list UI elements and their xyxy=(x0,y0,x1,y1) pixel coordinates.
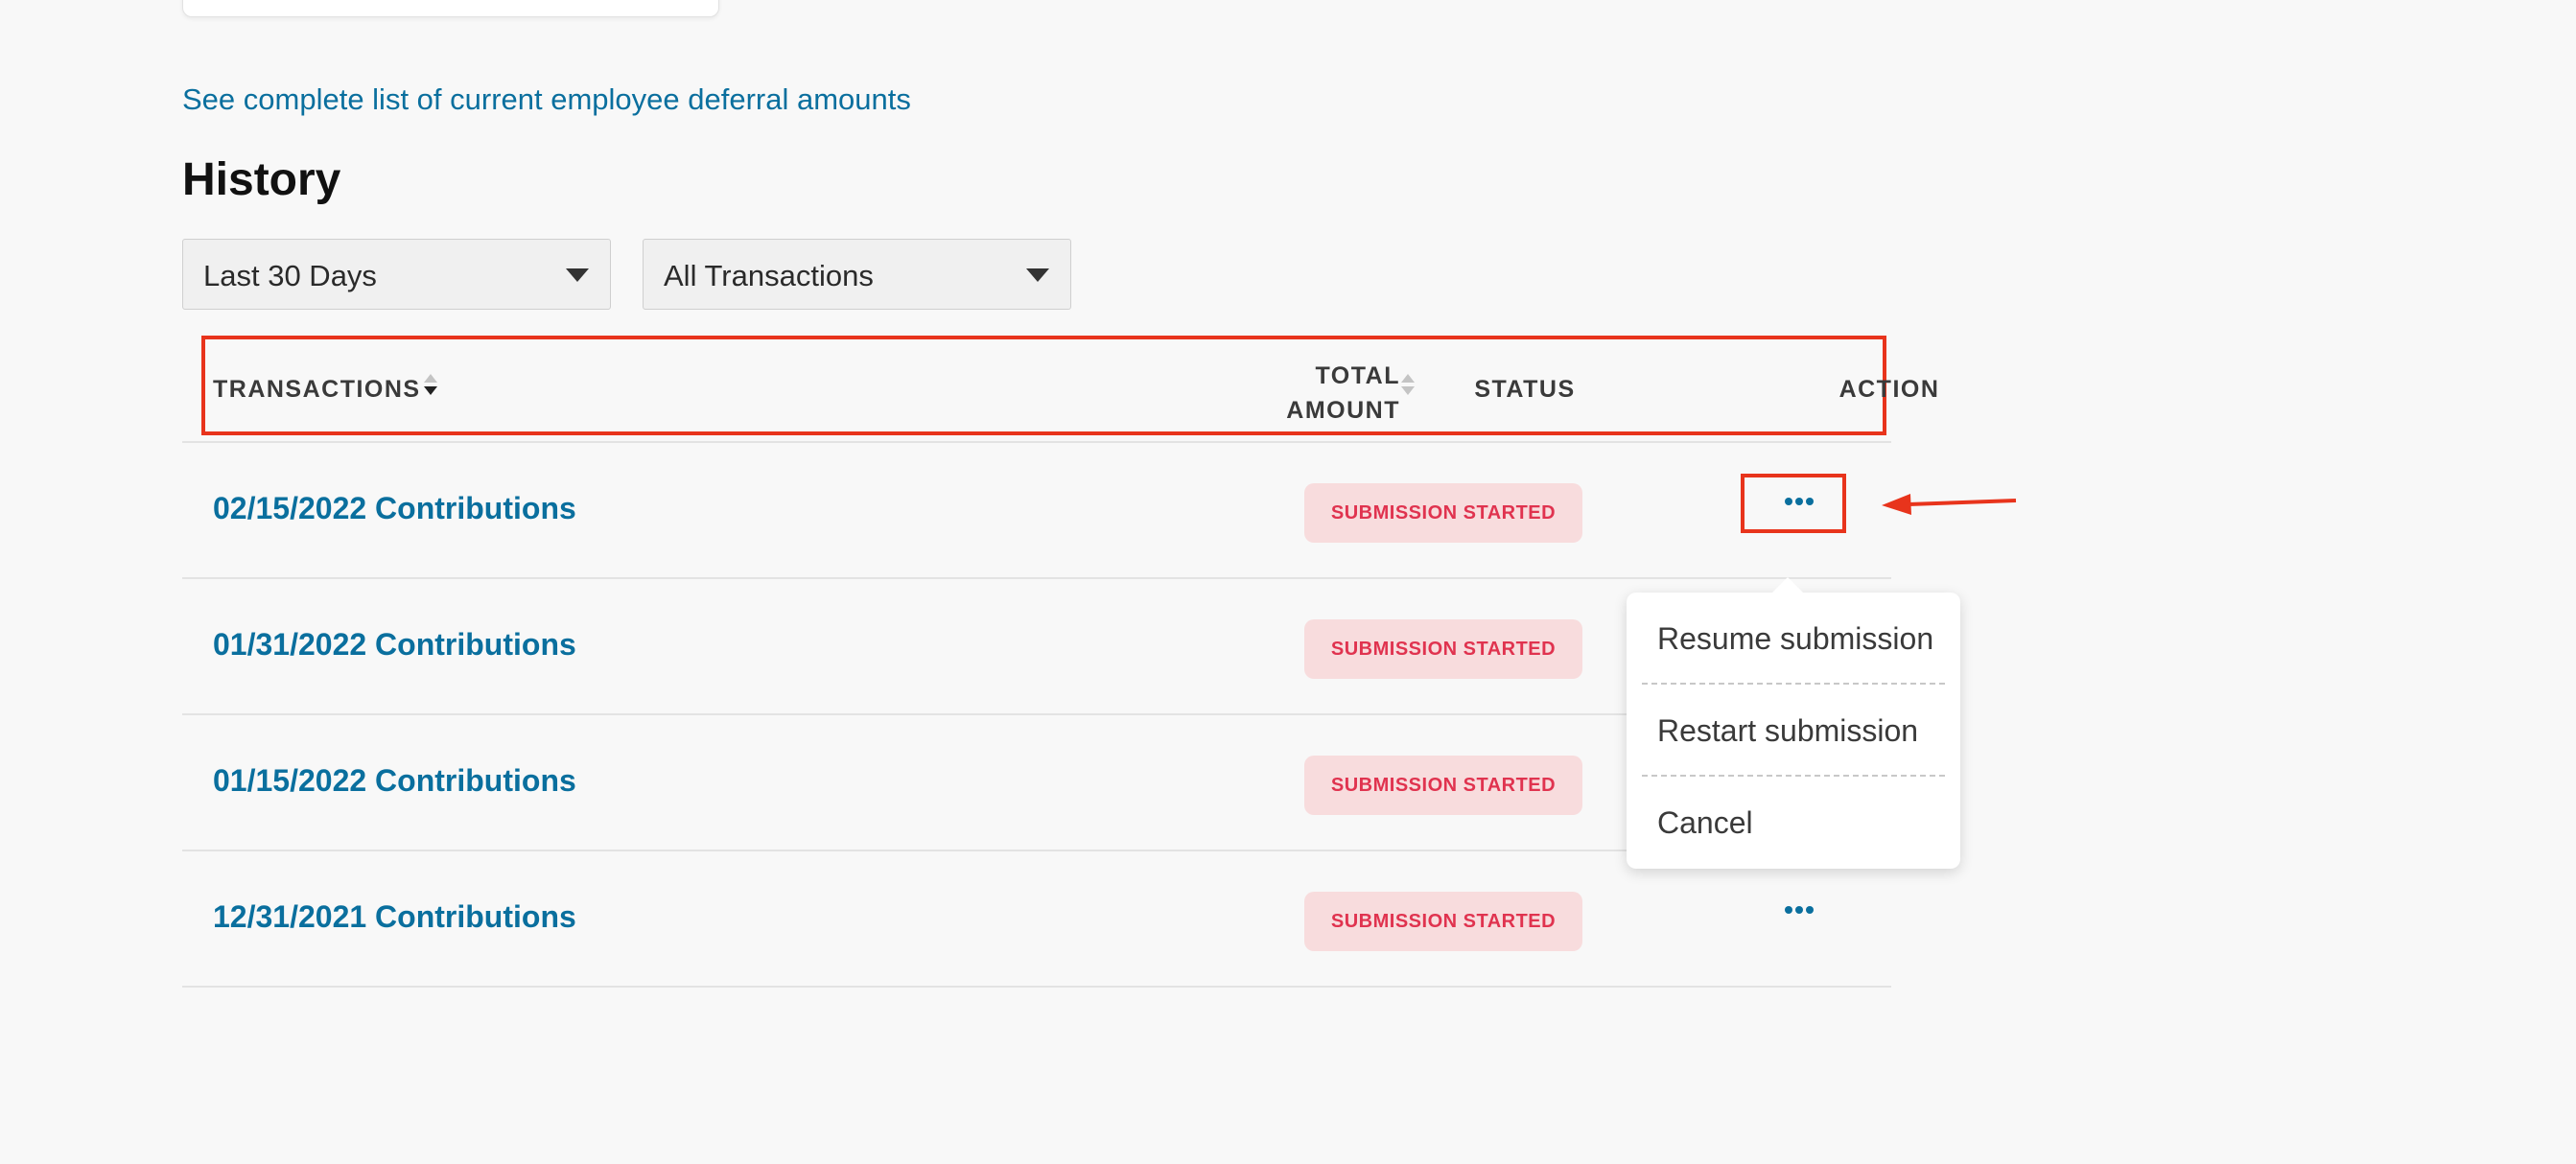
date-range-value: Last 30 Days xyxy=(203,259,377,292)
transaction-type-select[interactable]: All Transactions xyxy=(643,239,1071,310)
status-badge: SUBMISSION STARTED xyxy=(1304,756,1582,815)
menu-item-resume-submission[interactable]: Resume submission xyxy=(1657,621,1933,657)
caret-down-icon xyxy=(1026,268,1049,282)
action-menu: Resume submission Restart submission Can… xyxy=(1627,577,1960,869)
menu-item-cancel[interactable]: Cancel xyxy=(1657,805,1753,841)
history-page: See complete list of current employee de… xyxy=(0,0,2576,1164)
page-title: History xyxy=(182,154,341,205)
arrow-left-icon xyxy=(1882,494,2017,515)
row-divider xyxy=(182,986,1891,988)
summary-card xyxy=(182,0,719,17)
status-badge: SUBMISSION STARTED xyxy=(1304,483,1582,543)
more-horizontal-icon[interactable] xyxy=(1769,481,1827,520)
status-badge: SUBMISSION STARTED xyxy=(1304,619,1582,679)
menu-item-restart-submission[interactable]: Restart submission xyxy=(1657,713,1918,749)
table-row: 02/15/2022 Contributions -- SUBMISSION S… xyxy=(182,443,1891,579)
caret-down-icon xyxy=(566,268,589,282)
table-row: 12/31/2021 Contributions -- SUBMISSION S… xyxy=(182,851,1891,988)
popup-arrow xyxy=(1770,577,1805,594)
table-header: TRANSACTIONS TOTAL AMOUNT STATUS ACTION xyxy=(182,336,1938,439)
menu-divider xyxy=(1642,775,1945,777)
more-horizontal-icon[interactable] xyxy=(1769,890,1827,928)
column-header-transactions[interactable]: TRANSACTIONS xyxy=(213,376,421,404)
transaction-link[interactable]: 01/31/2022 Contributions xyxy=(213,627,576,663)
column-header-status: STATUS xyxy=(1474,376,1576,403)
deferral-amounts-link[interactable]: See complete list of current employee de… xyxy=(182,82,911,117)
sort-icon[interactable] xyxy=(424,374,437,397)
transaction-link[interactable]: 01/15/2022 Contributions xyxy=(213,763,576,799)
transaction-link[interactable]: 02/15/2022 Contributions xyxy=(213,491,576,526)
status-badge: SUBMISSION STARTED xyxy=(1304,892,1582,951)
transaction-type-value: All Transactions xyxy=(664,259,874,292)
date-range-select[interactable]: Last 30 Days xyxy=(182,239,611,310)
transaction-link[interactable]: 12/31/2021 Contributions xyxy=(213,899,576,935)
menu-divider xyxy=(1642,683,1945,685)
column-header-action: ACTION xyxy=(1838,376,1940,403)
